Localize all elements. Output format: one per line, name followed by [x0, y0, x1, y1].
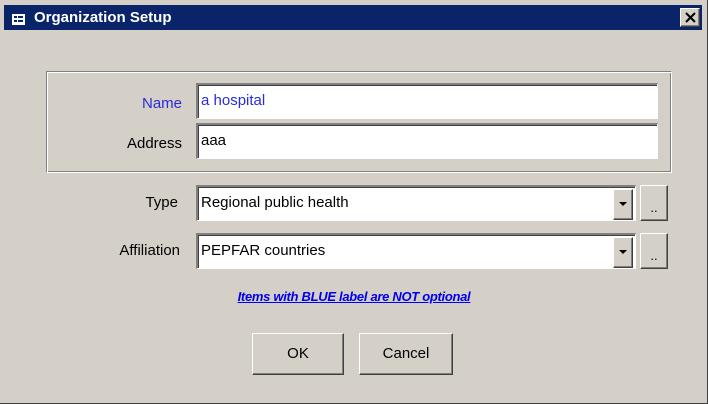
chevron-down-icon — [619, 202, 627, 206]
address-label: Address — [126, 135, 182, 152]
name-label: Name — [141, 95, 182, 112]
required-fields-note[interactable]: Items with BLUE label are NOT optional — [0, 289, 708, 304]
type-label: Type — [145, 194, 178, 211]
affiliation-label: Affiliation — [119, 242, 180, 259]
affiliation-value: PEPFAR countries — [201, 242, 326, 259]
organization-setup-dialog: Organization Setup Name a hospital Addre… — [0, 0, 708, 404]
chevron-down-icon — [619, 250, 627, 254]
affiliation-browse-button[interactable]: .. — [640, 233, 668, 269]
close-icon — [685, 12, 696, 23]
title-bar[interactable]: Organization Setup — [4, 5, 702, 30]
affiliation-dropdown-button[interactable] — [613, 237, 633, 268]
type-value: Regional public health — [201, 194, 349, 211]
window-title: Organization Setup — [34, 9, 172, 26]
close-button[interactable] — [680, 8, 700, 27]
affiliation-combobox[interactable]: PEPFAR countries — [196, 233, 636, 269]
address-field[interactable]: aaa — [196, 123, 658, 159]
type-browse-button[interactable]: .. — [640, 185, 668, 221]
ok-button[interactable]: OK — [252, 333, 344, 375]
type-dropdown-button[interactable] — [613, 189, 633, 220]
name-field[interactable]: a hospital — [196, 83, 658, 119]
form-icon — [12, 12, 25, 25]
cancel-button[interactable]: Cancel — [359, 333, 453, 375]
type-combobox[interactable]: Regional public health — [196, 185, 636, 221]
